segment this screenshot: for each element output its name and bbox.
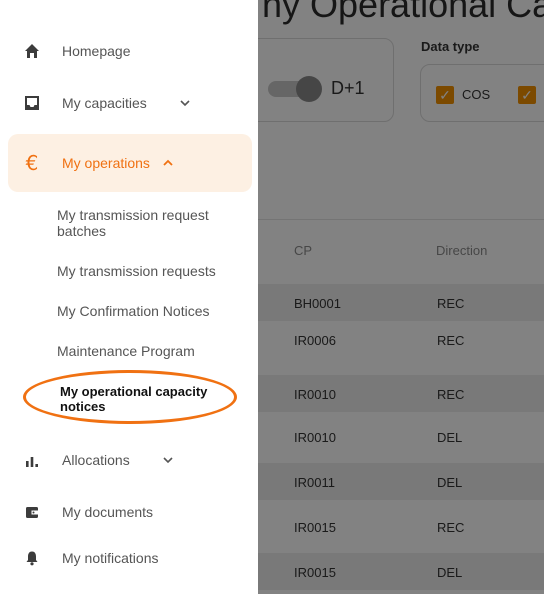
bar-chart-icon	[22, 450, 42, 470]
euro-icon: €	[25, 151, 39, 175]
sidebar-item-my-notifications[interactable]: My notifications	[0, 538, 258, 578]
sidebar-item-label: Allocations	[62, 452, 130, 468]
wallet-icon	[22, 502, 42, 522]
sidebar-item-homepage[interactable]: Homepage	[0, 31, 258, 71]
subitem-transmission-requests[interactable]: My transmission requests	[57, 263, 242, 279]
subitem-transmission-request-batches[interactable]: My transmission request batches	[57, 207, 242, 239]
sidebar-drawer: Homepage My capacities € My operations M…	[0, 0, 258, 594]
chevron-down-icon	[180, 100, 190, 107]
sidebar-item-label: My documents	[62, 504, 154, 520]
subitem-operational-capacity-notices[interactable]: My operational capacity notices	[60, 384, 230, 414]
chevron-up-icon	[163, 159, 173, 166]
sidebar-item-my-capacities[interactable]: My capacities	[0, 83, 258, 123]
sidebar-item-my-documents[interactable]: My documents	[0, 492, 258, 532]
chevron-down-icon	[163, 457, 173, 464]
subitem-maintenance-program[interactable]: Maintenance Program	[57, 343, 242, 359]
subitem-confirmation-notices[interactable]: My Confirmation Notices	[57, 303, 242, 319]
sidebar-item-allocations[interactable]: Allocations	[0, 440, 258, 480]
sidebar-item-label: My capacities	[62, 95, 147, 111]
sidebar-item-my-operations[interactable]: € My operations	[0, 143, 258, 183]
inbox-icon	[22, 93, 42, 113]
bell-icon	[22, 548, 42, 568]
sidebar-item-label: My notifications	[62, 550, 159, 566]
home-icon	[22, 41, 42, 61]
sidebar-item-label: Homepage	[62, 43, 131, 59]
sidebar-item-label: My operations	[62, 155, 150, 171]
